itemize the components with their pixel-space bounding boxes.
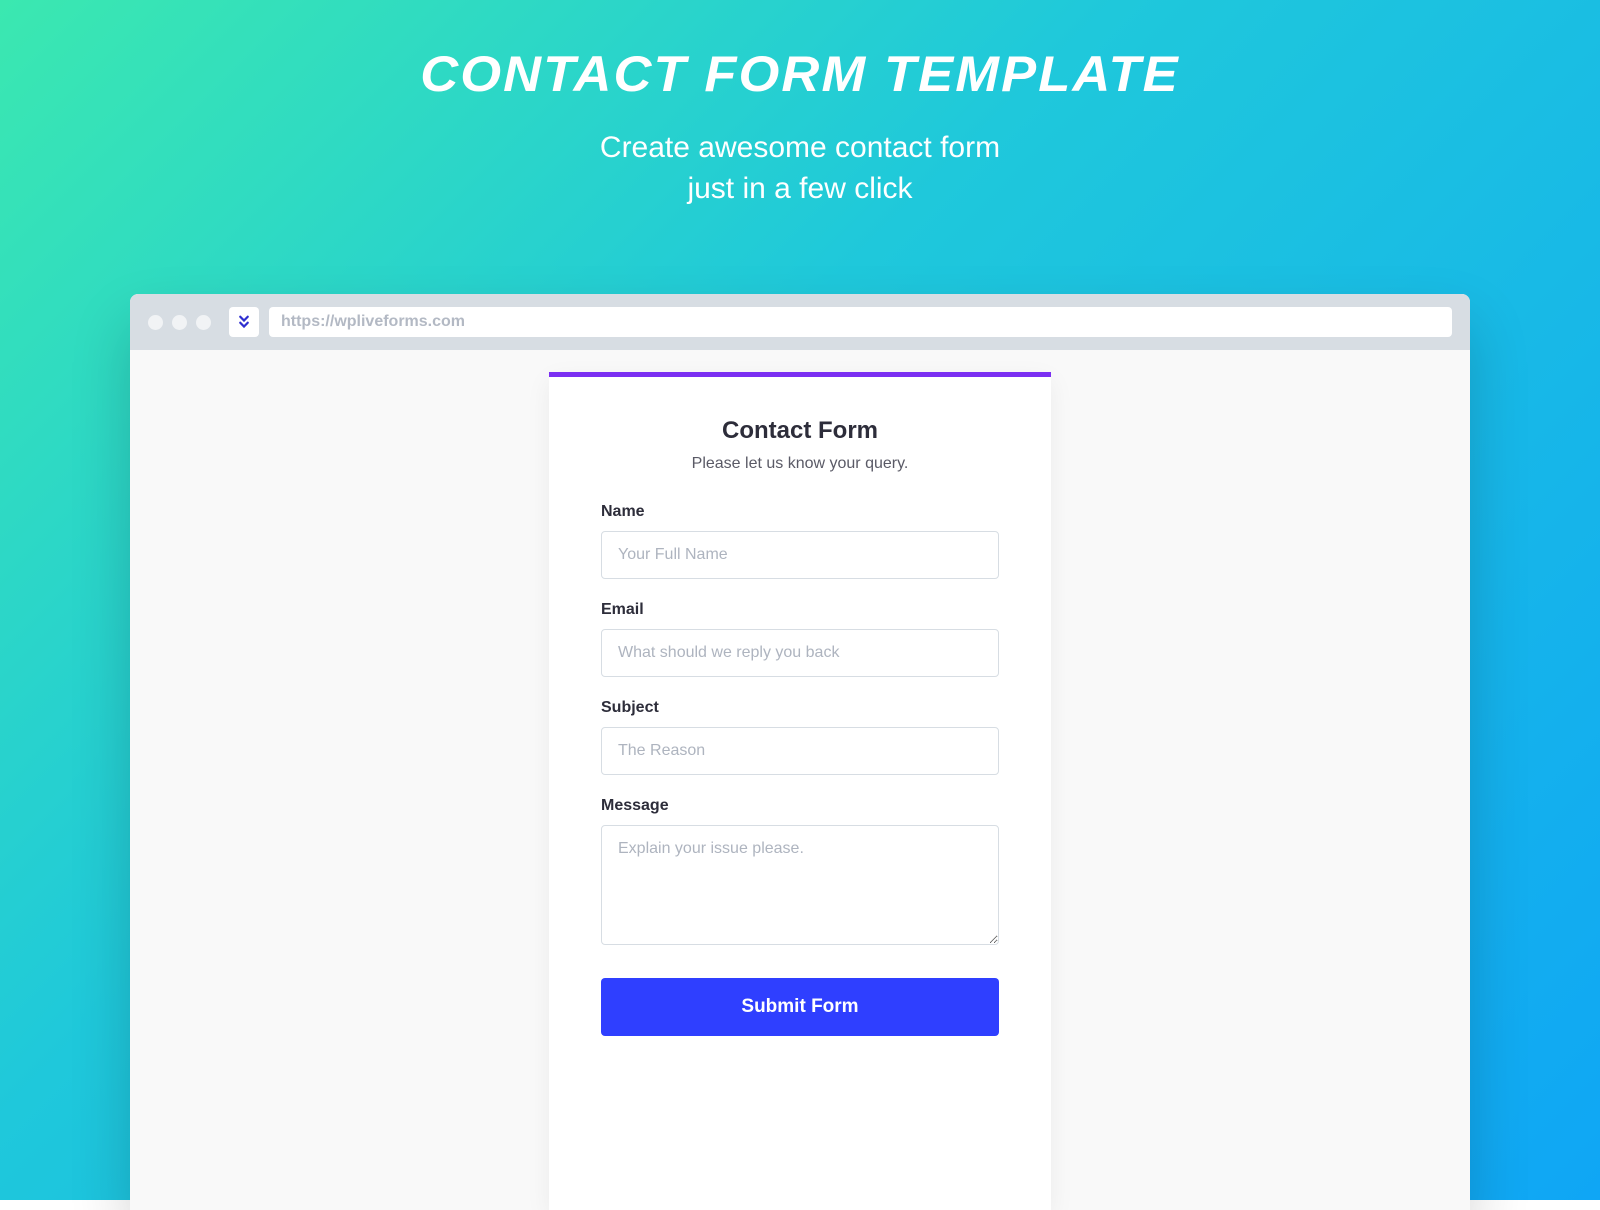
hero-subtitle: Create awesome contact form just in a fe… (0, 128, 1600, 209)
browser-mock: https://wpliveforms.com Contact Form Ple… (130, 294, 1470, 1210)
subject-label: Subject (601, 699, 999, 717)
hero-background: CONTACT FORM TEMPLATE Create awesome con… (0, 0, 1600, 1200)
browser-toolbar: https://wpliveforms.com (130, 294, 1470, 350)
browser-viewport: Contact Form Please let us know your que… (130, 350, 1470, 1210)
window-dot-minimize-icon (172, 315, 187, 330)
subject-input[interactable] (601, 727, 999, 775)
favicon-icon (229, 307, 259, 337)
email-input[interactable] (601, 629, 999, 677)
message-textarea[interactable] (601, 825, 999, 945)
name-label: Name (601, 503, 999, 521)
window-dot-close-icon (148, 315, 163, 330)
name-input[interactable] (601, 531, 999, 579)
contact-form-card: Contact Form Please let us know your que… (549, 372, 1051, 1210)
form-title: Contact Form (601, 417, 999, 445)
window-controls (148, 315, 211, 330)
url-bar[interactable]: https://wpliveforms.com (269, 307, 1452, 337)
hero-title: CONTACT FORM TEMPLATE (0, 45, 1600, 103)
hero-subtitle-line2: just in a few click (687, 172, 912, 205)
hero-subtitle-line1: Create awesome contact form (600, 131, 1000, 164)
window-dot-maximize-icon (196, 315, 211, 330)
submit-button[interactable]: Submit Form (601, 978, 999, 1036)
email-label: Email (601, 601, 999, 619)
message-label: Message (601, 797, 999, 815)
form-subtitle: Please let us know your query. (601, 455, 999, 473)
